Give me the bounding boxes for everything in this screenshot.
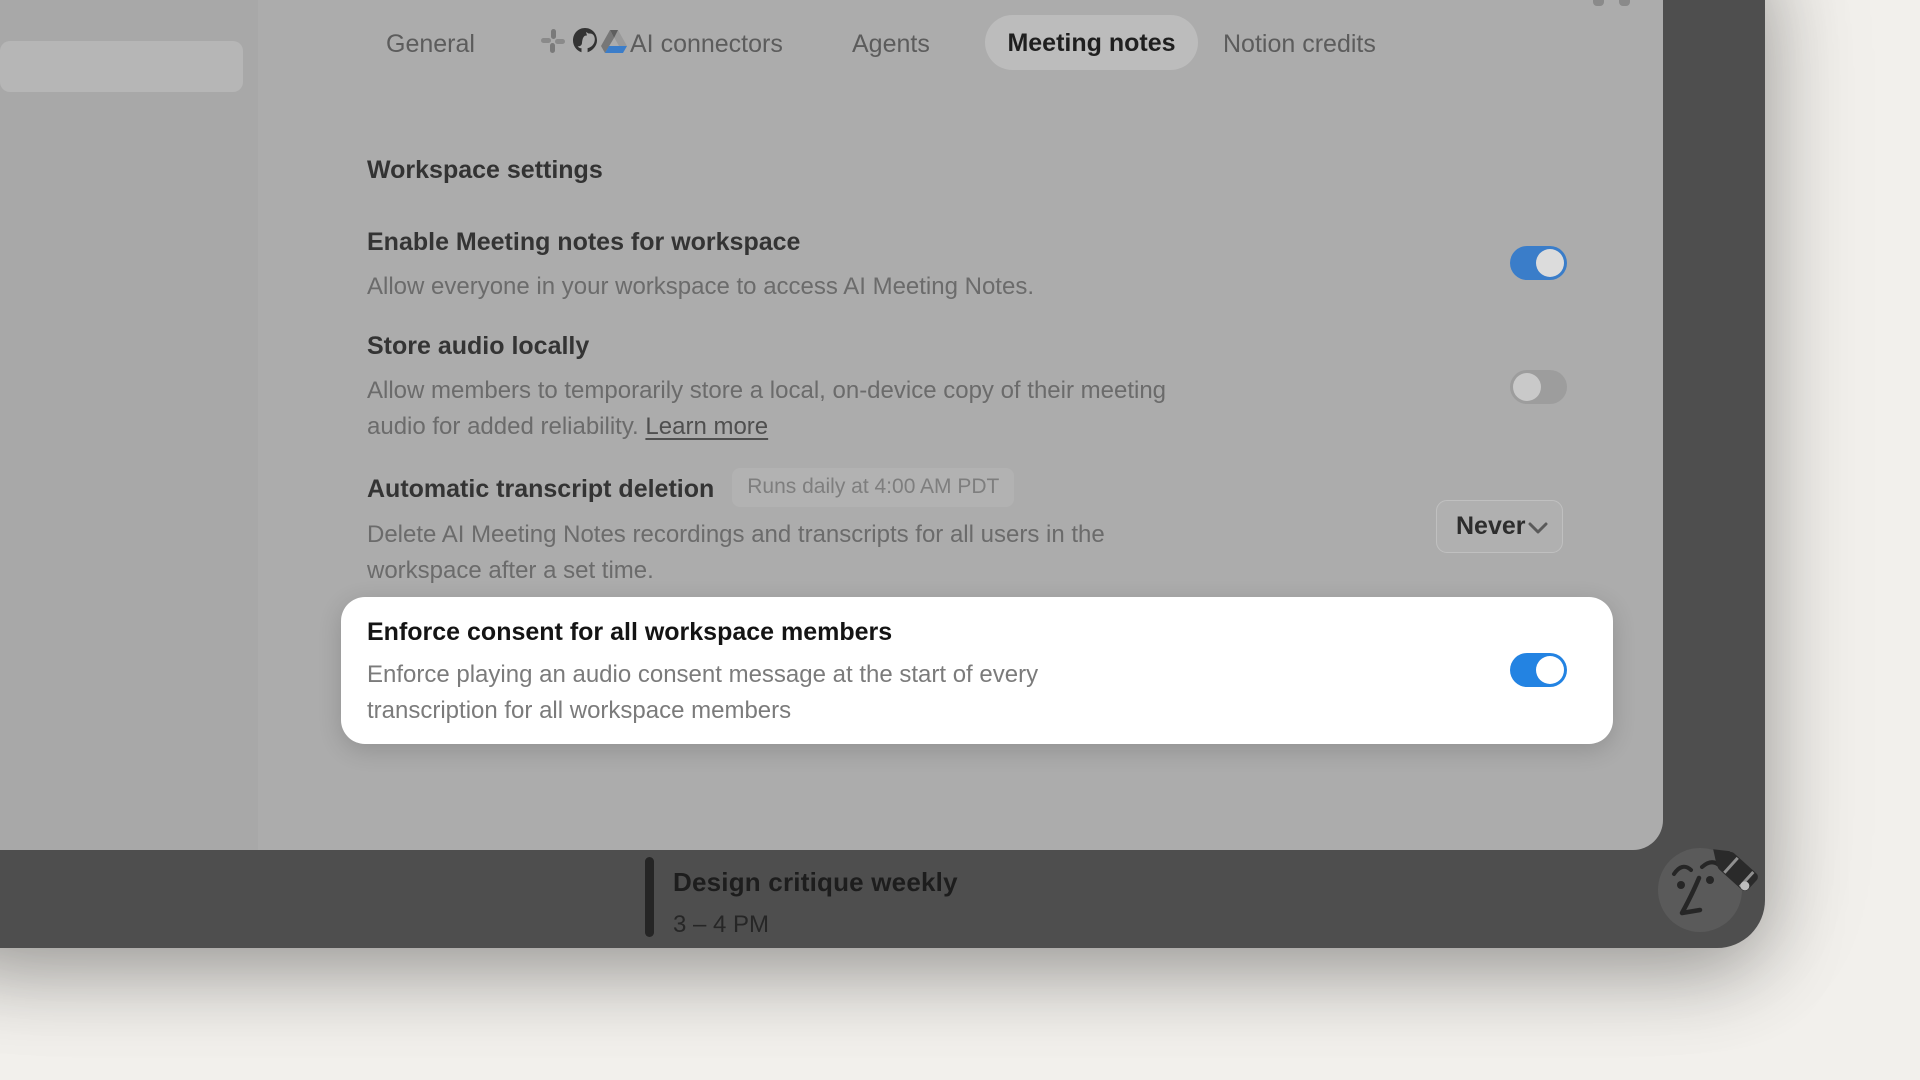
google-drive-icon — [600, 28, 628, 54]
face-pencil-icon — [1650, 838, 1765, 948]
tab-notion-credits[interactable]: Notion credits — [1223, 30, 1376, 59]
settings-modal: General — [0, 0, 1663, 850]
toggle-store-audio[interactable] — [1510, 370, 1567, 404]
desc-text: audio for added reliability. — [367, 413, 639, 440]
row-transcript-deletion-title: Automatic transcript deletionRuns daily … — [367, 472, 1014, 511]
settings-sidebar — [0, 0, 258, 850]
tab-general[interactable]: General — [386, 30, 475, 59]
row-transcript-deletion-desc-line1: Delete AI Meeting Notes recordings and t… — [367, 521, 1105, 549]
deletion-interval-select[interactable]: Never — [1436, 500, 1563, 553]
slack-icon — [540, 28, 566, 54]
clipped-top-icon — [1593, 0, 1653, 7]
row-enable-meeting-notes-title: Enable Meeting notes for workspace — [367, 228, 800, 257]
event-time: 3 – 4 PM — [673, 911, 973, 939]
event-title: Design critique weekly — [673, 867, 1273, 898]
toggle-knob — [1536, 656, 1564, 684]
tab-meeting-notes-label: Meeting notes — [985, 29, 1198, 58]
learn-more-link[interactable]: Learn more — [645, 413, 768, 440]
row-enforce-consent-desc-line1: Enforce playing an audio consent message… — [367, 661, 1038, 689]
row-enforce-consent-desc-line2: transcription for all workspace members — [367, 697, 791, 725]
deletion-interval-value: Never — [1456, 512, 1526, 541]
tab-agents[interactable]: Agents — [852, 30, 930, 59]
section-heading: Workspace settings — [367, 156, 603, 185]
sidebar-selected-item[interactable] — [0, 41, 243, 92]
chevron-down-icon — [1528, 522, 1548, 535]
connector-icons — [540, 28, 626, 58]
row-enable-meeting-notes-desc: Allow everyone in your workspace to acce… — [367, 273, 1034, 301]
row-store-audio-desc-line2: audio for added reliability. Learn more — [367, 413, 768, 441]
row-store-audio-desc-line1: Allow members to temporarily store a loc… — [367, 377, 1166, 405]
row-enforce-consent-title: Enforce consent for all workspace member… — [367, 618, 892, 647]
event-accent-bar — [645, 857, 654, 937]
github-icon — [570, 26, 600, 56]
spotlight-row-enforce-consent: Enforce consent for all workspace member… — [341, 597, 1613, 744]
toggle-enforce-consent[interactable] — [1510, 653, 1567, 687]
tab-ai-connectors[interactable]: AI connectors — [630, 30, 783, 59]
row-store-audio-title: Store audio locally — [367, 332, 589, 361]
row-transcript-deletion-desc-line2: workspace after a set time. — [367, 557, 654, 585]
schedule-badge: Runs daily at 4:00 AM PDT — [732, 468, 1014, 507]
toggle-knob — [1513, 373, 1541, 401]
screen: Design critique weekly 3 – 4 PM — [0, 0, 1920, 1080]
face-doodle-pencil-button[interactable] — [1650, 838, 1765, 948]
toggle-enable-meeting-notes[interactable] — [1510, 246, 1567, 280]
tab-meeting-notes[interactable]: Meeting notes — [985, 15, 1198, 70]
toggle-knob — [1536, 249, 1564, 277]
app-window: Design critique weekly 3 – 4 PM — [0, 0, 1765, 948]
title-text: Automatic transcript deletion — [367, 475, 714, 503]
